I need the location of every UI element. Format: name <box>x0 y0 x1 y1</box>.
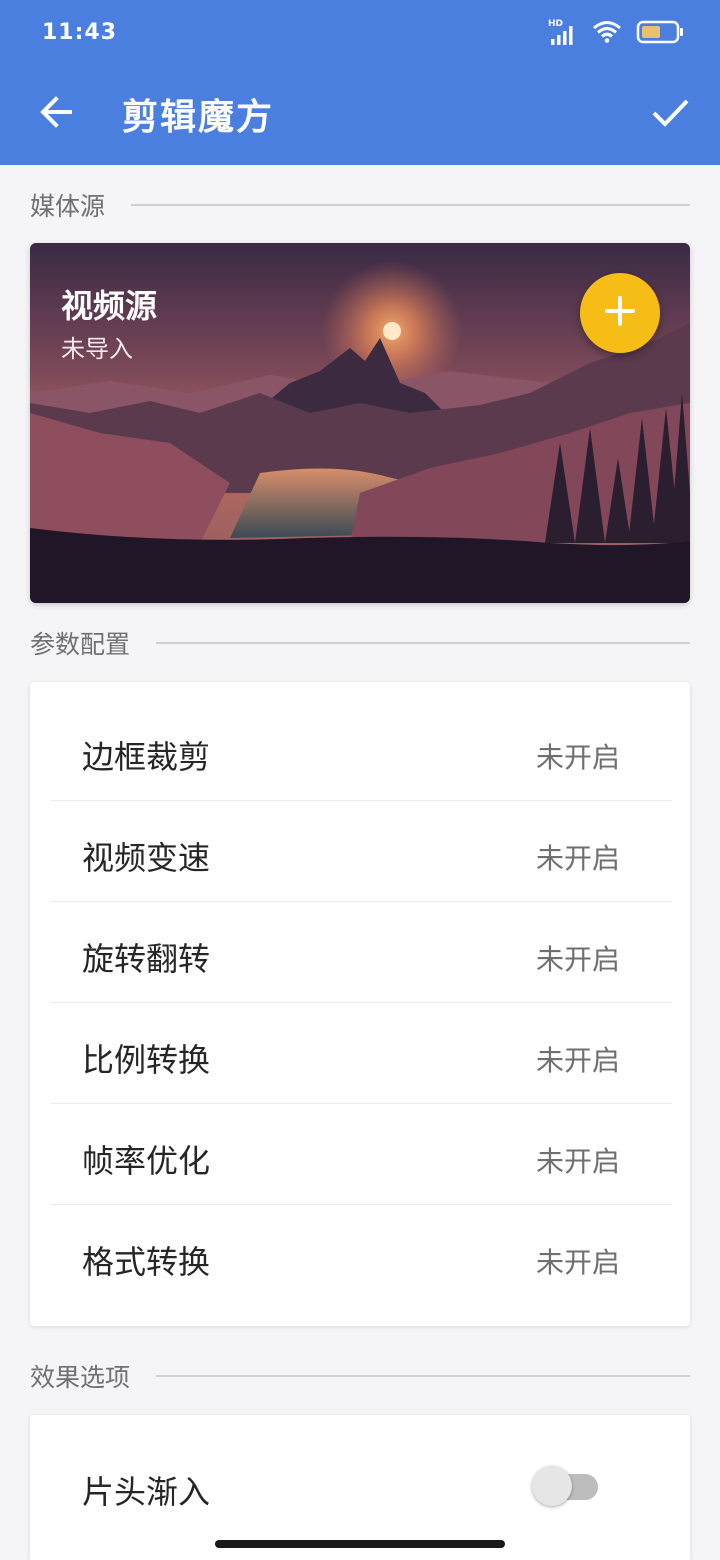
params-card: 边框裁剪 未开启 视频变速 未开启 旋转翻转 未开启 比例转换 未开启 帧率优化… <box>30 682 690 1326</box>
param-name: 视频变速 <box>82 839 211 877</box>
param-name: 帧率优化 <box>82 1142 211 1180</box>
section-label: 媒体源 <box>30 192 106 221</box>
param-status: 未开启 <box>535 842 620 875</box>
param-status: 未开启 <box>535 741 620 774</box>
param-status: 未开启 <box>535 1246 620 1279</box>
status-time: 11:43 <box>42 20 118 45</box>
home-indicator[interactable] <box>215 1540 505 1548</box>
param-name: 旋转翻转 <box>82 940 211 978</box>
param-row-video-speed[interactable]: 视频变速 未开启 <box>50 801 672 902</box>
param-row-rotate-flip[interactable]: 旋转翻转 未开启 <box>50 902 672 1003</box>
video-source-card[interactable]: 视频源 未导入 <box>30 243 690 603</box>
status-icons: HD <box>548 19 684 49</box>
param-row-format-convert[interactable]: 格式转换 未开启 <box>50 1205 672 1306</box>
param-status: 未开启 <box>535 1044 620 1077</box>
fade-in-toggle[interactable] <box>532 1466 598 1506</box>
divider <box>156 1375 690 1377</box>
app-bar: 11:43 HD 剪辑魔方 <box>0 0 720 165</box>
confirm-button[interactable] <box>642 86 698 142</box>
param-row-aspect-ratio[interactable]: 比例转换 未开启 <box>50 1003 672 1104</box>
param-status: 未开启 <box>535 1145 620 1178</box>
section-label: 效果选项 <box>30 1363 131 1392</box>
param-name: 边框裁剪 <box>82 738 211 776</box>
param-row-frame-rate[interactable]: 帧率优化 未开启 <box>50 1104 672 1205</box>
status-bar: 11:43 HD <box>0 0 720 66</box>
effect-name: 片头渐入 <box>82 1473 211 1511</box>
param-status: 未开启 <box>535 943 620 976</box>
check-icon <box>650 92 690 136</box>
video-source-status: 未导入 <box>61 335 133 363</box>
section-header-effects: 效果选项 <box>30 1358 690 1394</box>
add-video-button[interactable] <box>580 273 660 353</box>
param-name: 比例转换 <box>82 1041 211 1079</box>
video-source-title: 视频源 <box>61 287 158 325</box>
section-header-params: 参数配置 <box>30 625 690 661</box>
effects-card: 片头渐入 <box>30 1415 690 1560</box>
page-title: 剪辑魔方 <box>122 97 275 138</box>
param-row-border-crop[interactable]: 边框裁剪 未开启 <box>50 700 672 801</box>
battery-icon <box>636 19 684 49</box>
toggle-thumb <box>532 1466 572 1506</box>
divider <box>156 642 690 644</box>
divider <box>131 204 690 206</box>
section-label: 参数配置 <box>30 630 131 659</box>
arrow-left-icon <box>36 92 76 136</box>
param-name: 格式转换 <box>82 1243 211 1281</box>
wifi-icon <box>592 20 622 48</box>
signal-icon: HD <box>548 19 578 47</box>
back-button[interactable] <box>28 86 84 142</box>
section-header-media: 媒体源 <box>30 187 690 223</box>
plus-icon <box>603 294 637 332</box>
toolbar: 剪辑魔方 <box>0 66 720 165</box>
